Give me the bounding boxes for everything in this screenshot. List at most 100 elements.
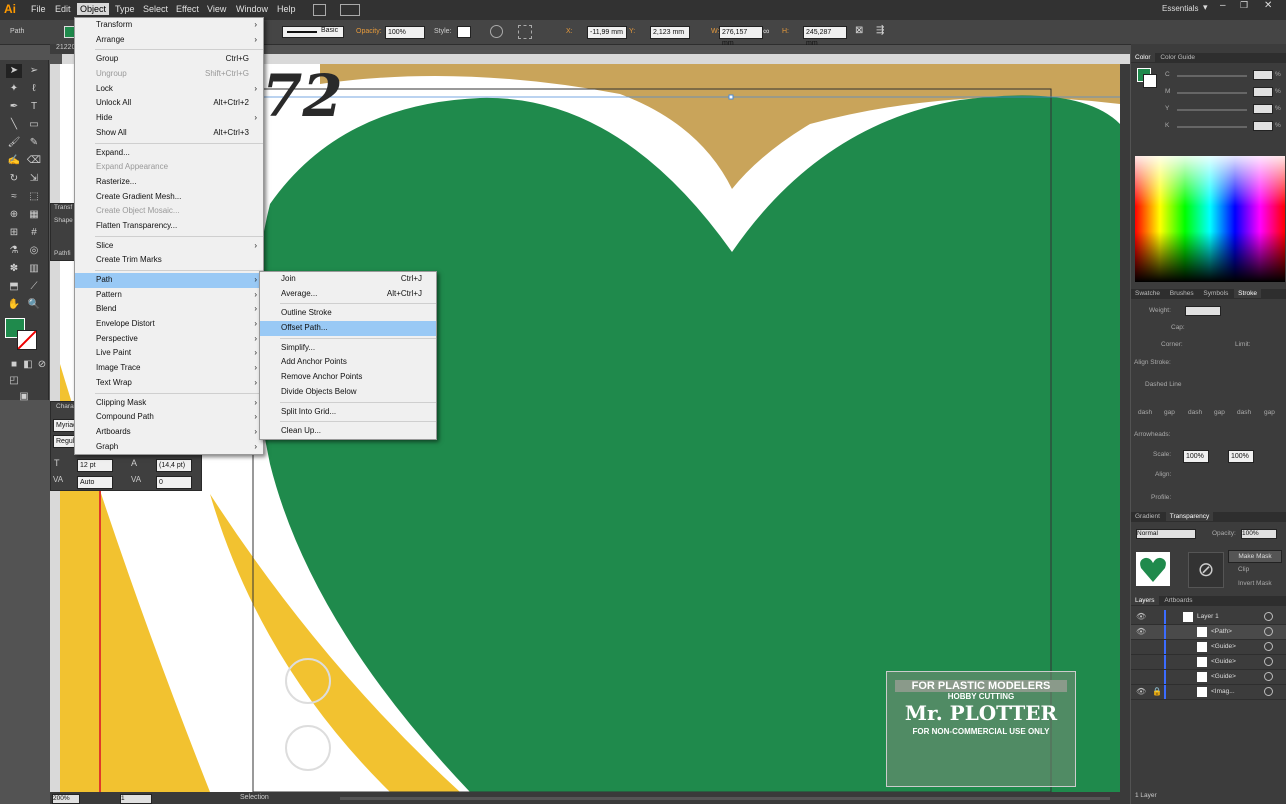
object-menu-item-envelope-distort[interactable]: Envelope Distort › (75, 317, 263, 332)
object-menu-item-ungroup[interactable]: Ungroup Shift+Ctrl+G (75, 67, 263, 82)
visibility-eye-icon[interactable]: 👁 (1136, 627, 1146, 636)
object-menu-item-show-all[interactable]: Show All Alt+Ctrl+3 (75, 126, 263, 141)
tab-gradient[interactable]: Gradient (1131, 512, 1164, 521)
layer-name[interactable]: <Imag... (1211, 688, 1235, 695)
invert-mask-checkbox[interactable]: Invert Mask (1238, 580, 1272, 587)
layer-name[interactable]: <Guide> (1211, 643, 1236, 650)
line-tool-icon[interactable]: ╲ (6, 118, 22, 132)
target-circle-icon[interactable] (1264, 612, 1273, 621)
stroke-color-swatch[interactable] (17, 330, 37, 350)
bridge-icon[interactable] (313, 4, 326, 16)
slice-tool-icon[interactable]: ⟋ (26, 280, 42, 294)
blend-mode-select[interactable]: Normal (1136, 529, 1196, 539)
field-c[interactable] (1253, 70, 1273, 80)
rectangle-tool-icon[interactable]: ▭ (26, 118, 42, 132)
transform-tab[interactable]: Transf (54, 204, 72, 211)
type-tool-icon[interactable]: T (26, 100, 42, 114)
layer-name[interactable]: Layer 1 (1197, 613, 1219, 620)
tab-stroke[interactable]: Stroke (1234, 289, 1261, 298)
tab-layers[interactable]: Layers (1131, 596, 1159, 605)
visibility-eye-icon[interactable]: 👁 (1136, 687, 1146, 696)
h-field[interactable]: 245,287 mm (803, 26, 847, 47)
object-menu-item-arrange[interactable]: Arrange › (75, 33, 263, 48)
minimize-icon[interactable]: – (1220, 0, 1226, 11)
object-menu-item-lock[interactable]: Lock › (75, 82, 263, 97)
path-submenu-item-split-into-grid[interactable]: Split Into Grid... (260, 405, 436, 420)
object-menu-item-clipping-mask[interactable]: Clipping Mask › (75, 396, 263, 411)
paintbrush-tool-icon[interactable]: 🖌 (6, 136, 22, 150)
tab-brushes[interactable]: Brushes (1166, 289, 1198, 298)
close-icon[interactable]: ✕ (1264, 0, 1272, 11)
rotate-tool-icon[interactable]: ↻ (6, 172, 22, 186)
tab-color-guide[interactable]: Color Guide (1156, 53, 1199, 62)
layer-row[interactable]: 👁 🔒 <Imag... (1131, 685, 1286, 700)
object-menu-item-expand[interactable]: Expand... (75, 146, 263, 161)
path-submenu-item-average[interactable]: Average... Alt+Ctrl+J (260, 287, 436, 302)
vertical-scrollbar[interactable] (1120, 64, 1130, 792)
layer-row[interactable]: <Guide> (1131, 670, 1286, 685)
object-menu-item-graph[interactable]: Graph › (75, 440, 263, 455)
tab-swatches[interactable]: Swatche (1131, 289, 1164, 298)
status-text[interactable]: Selection (240, 794, 269, 801)
slider-y[interactable] (1177, 109, 1247, 111)
object-menu-item-path[interactable]: Path › (75, 273, 263, 288)
artboard-navigation-field[interactable]: 1 (120, 794, 152, 804)
reference-point-icon[interactable] (518, 25, 532, 39)
pen-tool-icon[interactable]: ✒ (6, 100, 22, 114)
layer-name[interactable]: <Guide> (1211, 658, 1236, 665)
tab-symbols[interactable]: Symbols (1199, 289, 1232, 298)
zoom-tool-icon[interactable]: 🔍 (26, 298, 42, 312)
object-menu-item-blend[interactable]: Blend › (75, 302, 263, 317)
tracking-field[interactable]: 0 (156, 476, 192, 489)
object-menu-item-expand-appearance[interactable]: Expand Appearance (75, 160, 263, 175)
constrain-proportions-icon[interactable]: ∞ (763, 26, 769, 36)
color-spectrum[interactable] (1135, 156, 1285, 282)
isolate-icon[interactable]: ⇶ (876, 25, 884, 36)
mask-thumbnail-icon[interactable]: ⊘ (1188, 552, 1224, 588)
menu-edit[interactable]: Edit (52, 3, 74, 15)
eyedropper-tool-icon[interactable]: ⚗ (6, 244, 22, 258)
tab-artboards[interactable]: Artboards (1160, 596, 1196, 605)
shape-tab[interactable]: Shape (54, 217, 73, 224)
opacity-label[interactable]: Opacity: (356, 28, 382, 35)
object-menu-item-group[interactable]: Group Ctrl+G (75, 52, 263, 67)
layer-row[interactable]: <Guide> (1131, 640, 1286, 655)
clip-checkbox[interactable]: Clip (1238, 566, 1249, 573)
layer-row[interactable]: <Guide> (1131, 655, 1286, 670)
horizontal-scrollbar[interactable] (340, 797, 1110, 800)
slider-c[interactable] (1177, 75, 1247, 77)
free-transform-tool-icon[interactable]: ⬚ (26, 190, 42, 204)
layer-name[interactable]: <Guide> (1211, 673, 1236, 680)
pencil-tool-icon[interactable]: ✎ (26, 136, 42, 150)
menu-view[interactable]: View (204, 3, 229, 15)
object-menu-item-pattern[interactable]: Pattern › (75, 288, 263, 303)
recolor-artwork-icon[interactable] (490, 25, 503, 38)
layer-row[interactable]: 👁 <Path> (1131, 625, 1286, 640)
mesh-tool-icon[interactable]: # (26, 226, 42, 240)
pathfinder-tab[interactable]: Pathfi (54, 250, 71, 257)
object-menu-item-live-paint[interactable]: Live Paint › (75, 346, 263, 361)
slider-k[interactable] (1177, 126, 1247, 128)
selection-tool-icon[interactable]: ➤ (6, 64, 22, 78)
path-submenu-item-outline-stroke[interactable]: Outline Stroke (260, 306, 436, 321)
target-circle-icon[interactable] (1264, 672, 1273, 681)
arrange-documents-icon[interactable] (340, 4, 360, 16)
graph-tool-icon[interactable]: ▥ (26, 262, 42, 276)
menu-file[interactable]: File (28, 3, 49, 15)
layer-row[interactable]: 👁 Layer 1 (1131, 610, 1286, 625)
leading-field[interactable]: (14,4 pt) (156, 459, 192, 472)
path-submenu-item-remove-anchor-points[interactable]: Remove Anchor Points (260, 370, 436, 385)
weight-field[interactable] (1185, 306, 1221, 316)
menu-effect[interactable]: Effect (173, 3, 202, 15)
menu-help[interactable]: Help (274, 3, 299, 15)
object-menu-item-create-trim-marks[interactable]: Create Trim Marks (75, 253, 263, 268)
direct-selection-tool-icon[interactable]: ➢ (26, 64, 42, 78)
lock-icon[interactable]: 🔒 (1152, 687, 1162, 696)
field-k[interactable] (1253, 121, 1273, 131)
opacity-field[interactable]: 100% (385, 26, 425, 39)
scale-field-1[interactable]: 100% (1183, 450, 1209, 463)
maximize-icon[interactable]: ❐ (1240, 0, 1248, 11)
target-circle-icon[interactable] (1264, 627, 1273, 636)
field-m[interactable] (1253, 87, 1273, 97)
perspective-grid-tool-icon[interactable]: ⊞ (6, 226, 22, 240)
